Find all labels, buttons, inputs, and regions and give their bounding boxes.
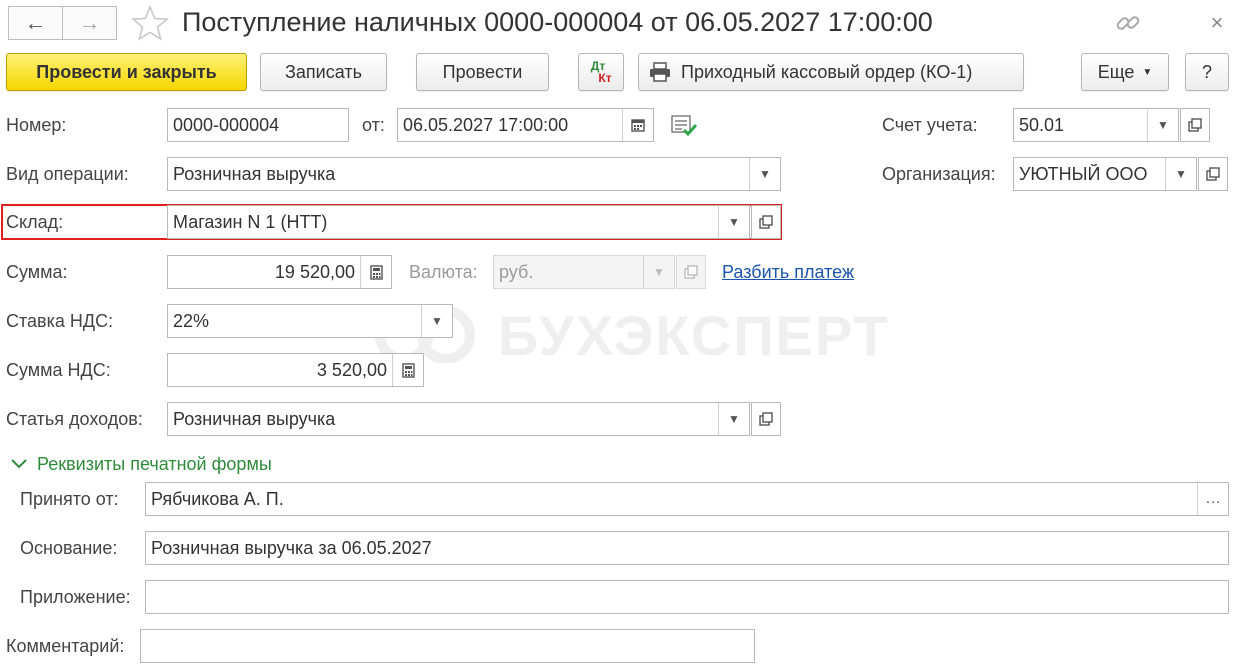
received-from-label: Принято от: — [20, 489, 119, 509]
calendar-icon — [631, 119, 645, 132]
chevron-down-icon: ▼ — [728, 215, 740, 229]
star-icon — [130, 4, 170, 41]
save-button[interactable]: Записать — [260, 53, 387, 91]
chevron-down-icon: ▼ — [431, 314, 443, 328]
chevron-down-icon: ▼ — [759, 167, 771, 181]
warehouse-open-button[interactable] — [751, 205, 781, 239]
vat-sum-field[interactable]: 3 520,00 — [167, 353, 424, 387]
received-from-field[interactable]: Рябчикова А. П. … — [145, 482, 1229, 516]
calculator-button[interactable] — [392, 354, 423, 386]
vat-sum-label: Сумма НДС: — [6, 360, 111, 380]
post-button[interactable]: Провести — [416, 53, 549, 91]
currency-open-button — [676, 255, 706, 289]
account-open-button[interactable] — [1180, 108, 1210, 142]
currency-label: Валюта: — [409, 262, 478, 282]
chevron-down-icon — [11, 459, 27, 469]
close-button[interactable]: × — [1204, 8, 1230, 38]
date-field[interactable]: 06.05.2027 17:00:00 — [397, 108, 654, 142]
comment-field[interactable] — [140, 629, 755, 663]
forward-button[interactable]: → — [62, 6, 117, 40]
operation-label: Вид операции: — [6, 164, 129, 184]
income-article-label: Статья доходов: — [6, 409, 143, 429]
chevron-down-icon: ▼ — [1157, 118, 1169, 132]
income-article-open-button[interactable] — [751, 402, 781, 436]
more-button[interactable]: Еще ▼ — [1081, 53, 1169, 91]
basis-field[interactable]: Розничная выручка за 06.05.2027 — [145, 531, 1229, 565]
arrow-left-icon: ← — [24, 10, 47, 35]
arrow-right-icon: → — [78, 10, 101, 35]
printer-icon — [650, 62, 670, 82]
warehouse-dropdown-button[interactable]: ▼ — [718, 206, 749, 238]
open-form-icon — [759, 412, 773, 426]
post-and-close-button[interactable]: Провести и закрыть — [6, 53, 247, 91]
calendar-button[interactable] — [622, 109, 653, 141]
account-label: Счет учета: — [882, 115, 978, 135]
attachment-field[interactable] — [145, 580, 1229, 614]
close-icon: × — [1210, 10, 1224, 35]
split-payment-link[interactable]: Разбить платеж — [722, 255, 854, 289]
vat-rate-select[interactable]: 22% ▼ — [167, 304, 453, 338]
attachment-label: Приложение: — [20, 587, 131, 607]
income-article-dropdown-button[interactable]: ▼ — [718, 403, 749, 435]
link-icon — [1116, 16, 1140, 30]
basis-label: Основание: — [20, 538, 118, 558]
account-select[interactable]: 50.01 ▼ — [1013, 108, 1179, 142]
open-form-icon — [1206, 167, 1220, 181]
currency-select: руб. ▼ — [493, 255, 675, 289]
back-button[interactable]: ← — [8, 6, 63, 40]
document-status-indicator[interactable] — [670, 113, 698, 139]
chevron-down-icon: ▼ — [728, 412, 740, 426]
page-title: Поступление наличных 0000-000004 от 06.0… — [182, 7, 933, 37]
organization-dropdown-button[interactable]: ▼ — [1165, 158, 1196, 190]
organization-open-button[interactable] — [1198, 157, 1228, 191]
warehouse-label: Склад: — [6, 212, 64, 232]
document-posted-icon — [671, 115, 698, 137]
operation-dropdown-button[interactable]: ▼ — [749, 158, 780, 190]
sum-field[interactable]: 19 520,00 — [167, 255, 392, 289]
organization-select[interactable]: УЮТНЫЙ ООО ▼ — [1013, 157, 1197, 191]
ellipsis-icon: … — [1205, 490, 1221, 507]
open-form-icon — [684, 265, 698, 279]
open-form-icon — [759, 215, 773, 229]
print-form-section-toggle[interactable]: Реквизиты печатной формы — [10, 451, 272, 477]
income-article-select[interactable]: Розничная выручка ▼ — [167, 402, 750, 436]
currency-dropdown-button: ▼ — [643, 256, 674, 288]
number-field[interactable]: 0000-000004 — [167, 108, 349, 142]
comment-label: Комментарий: — [6, 636, 125, 656]
vat-rate-dropdown-button[interactable]: ▼ — [421, 305, 452, 337]
vat-rate-label: Ставка НДС: — [6, 311, 114, 331]
link-button[interactable] — [1113, 8, 1143, 38]
chevron-down-icon: ▼ — [1175, 167, 1187, 181]
number-label: Номер: — [6, 115, 67, 135]
help-button[interactable]: ? — [1185, 53, 1229, 91]
open-form-icon — [1188, 118, 1202, 132]
calculator-button[interactable] — [360, 256, 391, 288]
calculator-icon — [401, 362, 415, 378]
dt-kt-icon: Дт Кт — [590, 59, 612, 85]
date-label: от: — [362, 115, 385, 135]
calculator-icon — [369, 264, 383, 280]
sum-label: Сумма: — [6, 262, 68, 282]
warehouse-select[interactable]: Магазин N 1 (НТТ) ▼ — [167, 205, 750, 239]
organization-label: Организация: — [882, 164, 996, 184]
chevron-down-icon: ▼ — [1142, 66, 1153, 78]
dt-kt-button[interactable]: Дт Кт — [578, 53, 624, 91]
print-cash-order-button[interactable]: Приходный кассовый ордер (КО-1) — [638, 53, 1024, 91]
operation-select[interactable]: Розничная выручка ▼ — [167, 157, 781, 191]
chevron-down-icon: ▼ — [653, 265, 665, 279]
received-from-select-button[interactable]: … — [1197, 483, 1228, 515]
account-dropdown-button[interactable]: ▼ — [1147, 109, 1178, 141]
favorite-star-button[interactable] — [130, 4, 170, 42]
